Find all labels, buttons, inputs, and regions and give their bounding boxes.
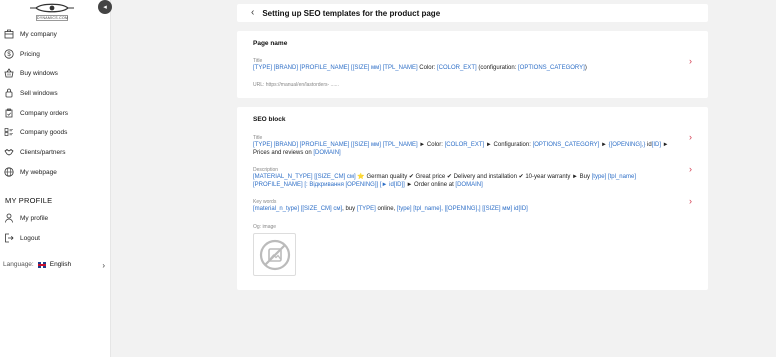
seo-keywords-value[interactable]: [material_n_type] [[SIZE_CM] см], buy [T…	[253, 206, 678, 214]
dollar-circle-icon: $	[4, 49, 14, 59]
template-text: (configuration:	[476, 65, 519, 71]
sidebar-item-company-orders[interactable]: Company orders	[4, 106, 108, 120]
sidebar-item-pricing[interactable]: $ Pricing	[4, 47, 108, 61]
template-token: [ID]	[651, 142, 662, 148]
template-text: ► Order online at	[404, 181, 456, 188]
clipboard-check-icon	[4, 108, 14, 118]
sidebar-item-label: My webpage	[20, 168, 57, 176]
logo-brand-text: DYNAMICS.COM	[36, 15, 69, 21]
language-selector[interactable]: Language: English ›	[3, 261, 107, 270]
page-name-card: Page name Title [TYPE] [BRAND] [PROFILE_…	[237, 31, 708, 98]
language-value: English	[49, 261, 72, 268]
template-text: online,	[375, 206, 397, 212]
template-token: [material_n_type] [[SIZE_CM] см]	[253, 206, 343, 212]
template-token: [TYPE] [BRAND] [PROFILE_NAME] [[SIZE] мм…	[253, 65, 418, 71]
sidebar-item-label: Logout	[20, 234, 40, 242]
sidebar-item-sell-windows[interactable]: Sell windows	[4, 86, 108, 100]
template-token: [TYPE]	[356, 206, 376, 212]
logo-icon	[30, 3, 74, 13]
seo-title-value[interactable]: [TYPE] [BRAND] [PROFILE_NAME] [[SIZE] мм…	[253, 142, 678, 157]
sidebar-item-label: Clients/partners	[20, 148, 66, 156]
template-token: [COLOR_EXT]	[436, 65, 477, 71]
sidebar-item-label: Company goods	[20, 128, 68, 136]
chevron-left-icon: ◂	[103, 4, 107, 11]
seo-block-card: SEO block Title [TYPE] [BRAND] [PROFILE_…	[237, 107, 708, 290]
svg-text:$: $	[7, 52, 11, 58]
chevron-right-icon[interactable]: ›	[689, 164, 692, 174]
title-field-label: Title	[253, 58, 263, 64]
sidebar-item-clients-partners[interactable]: Clients/partners	[4, 145, 108, 159]
logout-icon	[4, 233, 14, 243]
sidebar-item-label: Sell windows	[20, 89, 58, 97]
page-header: ‹ Setting up SEO templates for the produ…	[237, 4, 708, 22]
shopping-basket-icon	[4, 68, 14, 78]
sidebar-item-label: Buy windows	[20, 69, 58, 77]
sidebar-item-my-company[interactable]: My company	[4, 27, 108, 41]
template-text: )	[584, 65, 587, 71]
page-url: URL: https://manual/en/lastorders- .....…	[253, 82, 339, 88]
sidebar-item-my-profile[interactable]: My profile	[4, 211, 108, 225]
template-text: ► Color:	[417, 142, 445, 148]
sidebar-item-company-goods[interactable]: Company goods	[4, 125, 108, 139]
template-token: [TYPE] [BRAND] [PROFILE_NAME] [[SIZE] мм…	[253, 142, 418, 148]
og-image-placeholder[interactable]	[253, 233, 296, 276]
og-image-label: Og: image	[253, 224, 277, 230]
template-token: [DOMAIN]	[313, 149, 341, 156]
template-token: [COLOR_EXT]	[444, 142, 485, 148]
template-token: [type] [tpl_name], [[OPENING],] [[SIZE] …	[396, 206, 528, 212]
page-name-title-value[interactable]: [TYPE] [BRAND] [PROFILE_NAME] [[SIZE] мм…	[253, 65, 678, 73]
profile-section-title: MY PROFILE	[5, 196, 53, 205]
chevron-right-icon[interactable]: ›	[689, 196, 692, 206]
uk-flag-icon	[37, 261, 46, 268]
back-arrow-icon[interactable]: ‹	[251, 8, 254, 18]
seo-description-label: Description	[253, 167, 279, 173]
sidebar-item-label: Pricing	[20, 50, 40, 58]
sidebar: DYNAMICS.COM ◂ My company $ Pricing Buy …	[0, 0, 112, 357]
user-icon	[4, 213, 14, 223]
template-text: Color:	[417, 65, 437, 71]
sidebar-item-logout[interactable]: Logout	[4, 231, 108, 245]
globe-icon	[4, 167, 14, 177]
template-text: ►	[599, 142, 609, 148]
goods-list-icon	[4, 127, 14, 137]
seo-title-label: Title	[253, 135, 263, 141]
template-text: ► Configuration:	[484, 142, 533, 148]
template-token: [OPTIONS_CATEGORY]	[518, 65, 585, 71]
seo-description-value[interactable]: [MATERIAL_N_TYPE] [[SIZE_CM] см] ⭐ Germa…	[253, 174, 678, 189]
no-image-icon	[259, 239, 290, 270]
template-text: , buy	[342, 206, 357, 212]
chevron-right-icon: ›	[102, 261, 105, 270]
collapse-sidebar-button[interactable]: ◂	[98, 0, 112, 14]
building-icon	[4, 29, 14, 39]
sidebar-item-label: Company orders	[20, 109, 69, 117]
language-label: Language:	[3, 261, 34, 268]
template-text: ⭐ German quality ✔ Great price ✔ Deliver…	[355, 174, 592, 180]
template-token: [MATERIAL_N_TYPE] [[SIZE_CM] см]	[253, 174, 356, 180]
sidebar-item-label: My company	[20, 30, 57, 38]
template-token: [OPTIONS_CATEGORY]	[532, 142, 600, 148]
template-token: {[OPENING],}	[608, 142, 646, 148]
page-title: Setting up SEO templates for the product…	[262, 8, 441, 18]
seo-block-title: SEO block	[253, 116, 286, 123]
chevron-right-icon[interactable]: ›	[689, 56, 692, 66]
handshake-icon	[4, 147, 14, 157]
template-token: [DOMAIN]	[455, 181, 483, 188]
chevron-right-icon[interactable]: ›	[689, 132, 692, 142]
logo[interactable]: DYNAMICS.COM	[28, 2, 76, 21]
page-name-title: Page name	[253, 40, 288, 47]
sidebar-item-label: My profile	[20, 214, 49, 222]
lock-bag-icon	[4, 88, 14, 98]
sidebar-item-buy-windows[interactable]: Buy windows	[4, 66, 108, 80]
sidebar-item-my-webpage[interactable]: My webpage	[4, 165, 108, 179]
seo-keywords-label: Key words	[253, 199, 277, 205]
